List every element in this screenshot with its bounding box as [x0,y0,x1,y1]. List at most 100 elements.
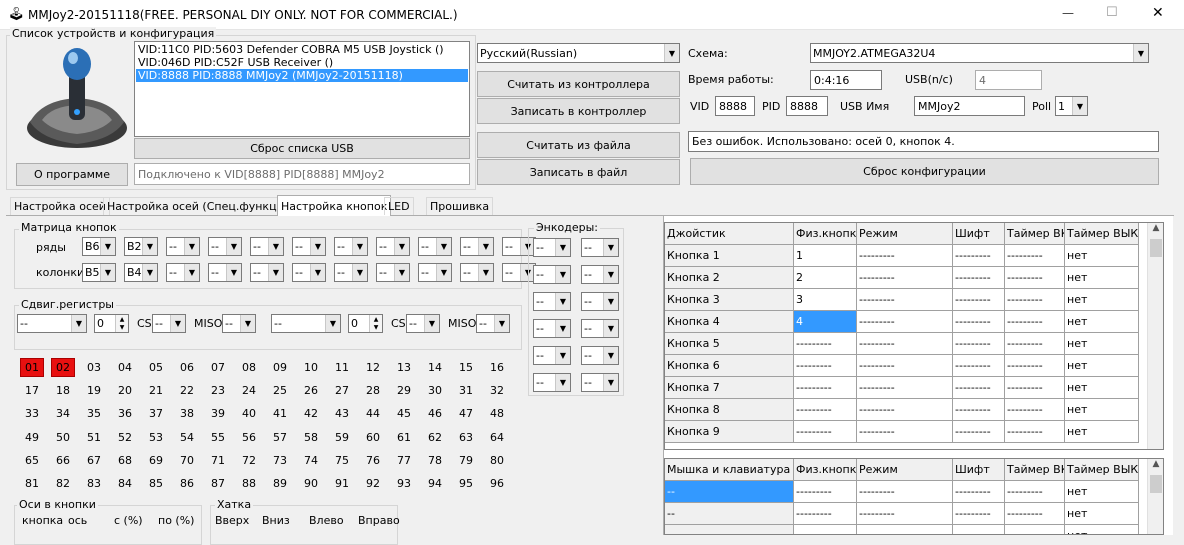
vertical-scrollbar[interactable]: ▲ [1147,459,1163,534]
row-header[interactable]: Кнопка 8 [665,399,794,420]
row-header[interactable]: Кнопка 9 [665,421,794,442]
button-indicator[interactable]: 64 [485,428,509,447]
button-indicator[interactable]: 87 [206,474,230,493]
column-header[interactable]: Физ.кнопка [794,223,857,244]
button-indicator[interactable]: 12 [361,358,385,377]
button-indicator[interactable]: 52 [113,428,137,447]
table-cell[interactable]: --------- [953,289,1005,310]
table-cell[interactable]: --------- [1005,355,1065,376]
button-indicator[interactable]: 67 [82,451,106,470]
button-indicator[interactable]: 85 [144,474,168,493]
encoder-select[interactable]: -- ▼ [533,265,571,284]
button-indicator[interactable]: 38 [175,404,199,423]
table-cell[interactable]: нет [1065,421,1139,442]
table-cell[interactable]: --------- [1005,245,1065,266]
read-from-controller-button[interactable]: Считать из контроллера [477,71,680,97]
encoder-select[interactable]: -- ▼ [581,373,619,392]
table-cell[interactable]: --------- [953,525,1005,534]
table-cell[interactable]: 2 [794,267,857,288]
table-cell[interactable]: --------- [1005,421,1065,442]
table-cell[interactable]: --------- [794,355,857,376]
button-indicator[interactable]: 07 [206,358,230,377]
matrix-col-select[interactable]: -- ▼ [208,263,242,282]
read-from-file-button[interactable]: Считать из файла [477,132,680,158]
about-button[interactable]: О программе [16,163,128,186]
button-indicator[interactable]: 76 [361,451,385,470]
device-list[interactable]: VID:11C0 PID:5603 Defender COBRA M5 USB … [134,41,470,137]
column-header[interactable]: Режим [857,459,953,480]
table-cell[interactable]: --------- [857,481,953,502]
tab-buttons[interactable]: Настройка кнопок [277,195,392,216]
matrix-col-select[interactable]: -- ▼ [460,263,494,282]
table-cell[interactable]: --------- [953,421,1005,442]
button-indicator[interactable]: 44 [361,404,385,423]
matrix-row-select[interactable]: -- ▼ [292,237,326,256]
matrix-col-select[interactable]: -- ▼ [292,263,326,282]
usb-name-field[interactable]: MMJoy2 [914,96,1025,116]
encoder-select[interactable]: -- ▼ [581,238,619,257]
button-indicator[interactable]: 58 [299,428,323,447]
button-indicator[interactable]: 21 [144,381,168,400]
row-header[interactable]: Кнопка 5 [665,333,794,354]
matrix-row-select[interactable]: -- ▼ [250,237,284,256]
column-header[interactable]: Шифт [953,223,1005,244]
matrix-row-select[interactable]: B6 ▼ [82,237,116,256]
button-indicator[interactable]: 28 [361,381,385,400]
button-indicator[interactable]: 16 [485,358,509,377]
button-indicator[interactable]: 70 [175,451,199,470]
button-indicator[interactable]: 50 [51,428,75,447]
table-cell[interactable]: нет [1065,311,1139,332]
reset-config-button[interactable]: Сброс конфигурации [690,158,1159,185]
minimize-icon[interactable]: — [1062,6,1074,20]
cs2-select[interactable]: -- ▼ [406,314,440,333]
table-cell[interactable]: нет [1065,245,1139,266]
button-indicator[interactable]: 75 [330,451,354,470]
button-indicator[interactable]: 89 [268,474,292,493]
table-row[interactable]: Кнопка 4 4 --------- --------- --------- нет [665,311,1139,333]
column-header[interactable]: Таймер ВКЛ [1005,459,1065,480]
encoder-select[interactable]: -- ▼ [533,346,571,365]
button-indicator[interactable]: 22 [175,381,199,400]
table-cell[interactable]: 1 [794,245,857,266]
button-indicator[interactable]: 83 [82,474,106,493]
button-indicator[interactable]: 05 [144,358,168,377]
table-cell[interactable]: --------- [794,503,857,524]
button-indicator[interactable]: 96 [485,474,509,493]
shift-count2-spinner[interactable]: 0 ▲ ▼ [348,314,383,333]
table-cell[interactable]: --------- [953,503,1005,524]
button-indicator[interactable]: 26 [299,381,323,400]
reset-usb-button[interactable]: Сброс списка USB [134,138,470,159]
button-indicator[interactable]: 81 [20,474,44,493]
button-indicator[interactable]: 78 [423,451,447,470]
button-indicator[interactable]: 88 [237,474,261,493]
encoder-select[interactable]: -- ▼ [533,373,571,392]
button-indicator[interactable]: 04 [113,358,137,377]
table-row[interactable]: Кнопка 9 --------- --------- --------- -----… [665,421,1139,443]
cs1-select[interactable]: -- ▼ [152,314,186,333]
vertical-scrollbar[interactable]: ▲ [1147,223,1163,449]
button-indicator[interactable]: 32 [485,381,509,400]
button-indicator[interactable]: 86 [175,474,199,493]
shift-unit1-select[interactable]: -- ▼ [17,314,87,333]
table-row[interactable]: Кнопка 3 3 --------- --------- --------- нет [665,289,1139,311]
button-indicator[interactable]: 73 [268,451,292,470]
button-indicator-pressed[interactable]: 01 [20,358,44,377]
button-indicator[interactable]: 55 [206,428,230,447]
button-indicator[interactable]: 51 [82,428,106,447]
table-cell[interactable]: --------- [1005,333,1065,354]
close-icon[interactable]: ✕ [1152,5,1164,21]
button-indicator[interactable]: 31 [454,381,478,400]
encoder-select[interactable]: -- ▼ [581,265,619,284]
button-indicator[interactable]: 59 [330,428,354,447]
table-cell[interactable]: --------- [1005,525,1065,534]
button-indicator[interactable]: 06 [175,358,199,377]
button-indicator[interactable]: 14 [423,358,447,377]
table-cell[interactable]: нет [1065,481,1139,502]
button-indicator[interactable]: 35 [82,404,106,423]
button-indicator[interactable]: 79 [454,451,478,470]
button-indicator[interactable]: 63 [454,428,478,447]
table-cell[interactable]: 3 [794,289,857,310]
button-indicator[interactable]: 15 [454,358,478,377]
button-indicator[interactable]: 47 [454,404,478,423]
table-cell[interactable]: --------- [857,355,953,376]
